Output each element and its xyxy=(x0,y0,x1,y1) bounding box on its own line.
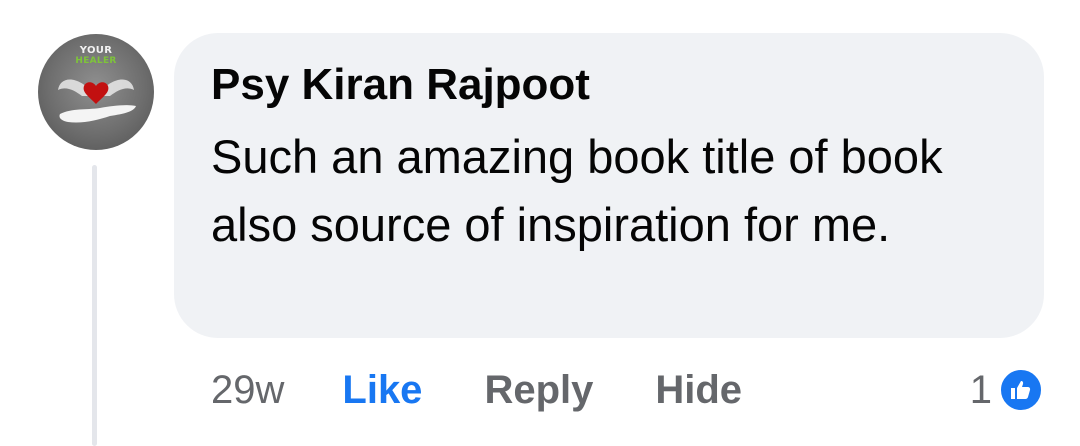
comment-actions: 29w Like Reply Hide xyxy=(211,362,742,418)
comment-text: Such an amazing book title of book also … xyxy=(211,130,943,251)
avatar[interactable]: YOUR HEALER xyxy=(38,34,154,150)
reaction-count: 1 xyxy=(969,367,992,412)
thread-line xyxy=(92,165,97,446)
thumbs-up-icon xyxy=(998,367,1044,413)
timestamp[interactable]: 29w xyxy=(211,368,284,413)
like-button[interactable]: Like xyxy=(342,368,422,413)
reply-button[interactable]: Reply xyxy=(484,368,593,413)
reaction-summary[interactable]: 1 xyxy=(970,362,1044,418)
comment-bubble: Psy Kiran Rajpoot Such an amazing book t… xyxy=(174,33,1044,338)
hide-button[interactable]: Hide xyxy=(655,368,742,413)
comment-thread: YOUR HEALER Psy Kiran Rajpoot Such an am… xyxy=(0,0,1080,446)
avatar-text-your: YOUR xyxy=(79,45,113,56)
author-name[interactable]: Psy Kiran Rajpoot xyxy=(211,59,1008,111)
avatar-text-healer: HEALER xyxy=(75,56,117,66)
